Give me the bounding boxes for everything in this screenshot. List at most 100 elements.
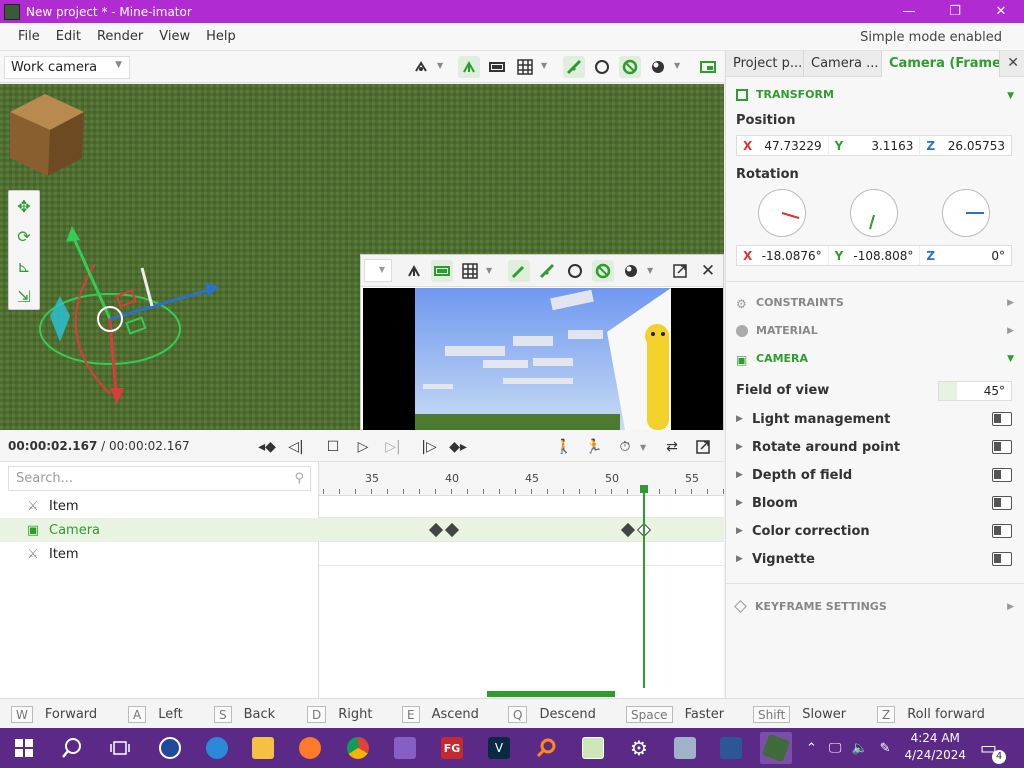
circle-icon[interactable]: [591, 56, 613, 78]
minimize-button[interactable]: —: [886, 0, 932, 23]
tab-camera-frame[interactable]: Camera (Frame ...: [882, 51, 1000, 77]
mine-imator-icon[interactable]: [760, 732, 792, 764]
aspect-ratio-icon[interactable]: [486, 56, 508, 78]
bloom-toggle[interactable]: [992, 496, 1012, 510]
render-mode-icon[interactable]: [647, 56, 669, 78]
rotate-icon[interactable]: ⟳: [9, 221, 39, 251]
next-frame-icon[interactable]: |▷: [418, 436, 440, 458]
chevron-down-icon[interactable]: ▼: [541, 61, 547, 70]
vignette-toggle[interactable]: [992, 552, 1012, 566]
popout-icon[interactable]: [692, 436, 714, 458]
chevron-down-icon[interactable]: ▼: [674, 61, 680, 70]
option-vignette[interactable]: ▶ Vignette: [736, 549, 1012, 569]
section-camera[interactable]: ▣ CAMERA: [736, 352, 808, 367]
track-camera[interactable]: [319, 518, 724, 542]
tab-project-properties[interactable]: Project p...: [726, 51, 804, 77]
vegas-icon[interactable]: V: [483, 732, 515, 764]
move-tool-icon[interactable]: [458, 56, 480, 78]
chrome-icon[interactable]: [342, 732, 374, 764]
start-icon[interactable]: [8, 732, 40, 764]
prev-frame-icon[interactable]: ◁|: [285, 436, 307, 458]
snap-icon[interactable]: [410, 56, 432, 78]
option-bloom[interactable]: ▶ Bloom: [736, 493, 1012, 513]
rotation-x-dial[interactable]: [758, 189, 806, 237]
maximize-button[interactable]: ❐: [932, 0, 978, 23]
chevron-right-icon[interactable]: ▶: [1007, 602, 1014, 612]
render-mode-icon[interactable]: [620, 260, 642, 282]
loop-icon[interactable]: ⇄: [661, 436, 683, 458]
next-keyframe-icon[interactable]: ▷|: [382, 436, 404, 458]
edge-icon[interactable]: [201, 732, 233, 764]
run-icon[interactable]: 🏃: [583, 436, 605, 458]
word-icon[interactable]: [715, 732, 747, 764]
firefox-icon[interactable]: [294, 732, 326, 764]
tree-item-camera[interactable]: ▣ Camera: [0, 518, 319, 542]
bend-icon[interactable]: ⇲: [9, 281, 39, 311]
notifications-icon[interactable]: ▭ 4: [980, 728, 1006, 768]
play-icon[interactable]: ▷: [352, 436, 374, 458]
fg-icon[interactable]: FG: [436, 732, 468, 764]
option-color-correction[interactable]: ▶ Color correction: [736, 521, 1012, 541]
color-correction-toggle[interactable]: [992, 524, 1012, 538]
preview-camera-select[interactable]: ▼: [364, 259, 392, 282]
option-depth-of-field[interactable]: ▶ Depth of field: [736, 465, 1012, 485]
photos-icon[interactable]: [669, 732, 701, 764]
chevron-down-icon[interactable]: ▼: [486, 266, 492, 275]
section-transform[interactable]: TRANSFORM: [736, 88, 834, 101]
position-x-field[interactable]: X 47.73229: [737, 136, 829, 155]
timeline-ruler[interactable]: 35 40 45 50 55: [319, 462, 724, 496]
chevron-right-icon[interactable]: ▶: [1007, 298, 1014, 308]
fov-field[interactable]: 45°: [938, 381, 1012, 401]
rotate-around-point-toggle[interactable]: [992, 440, 1012, 454]
no-shading-icon[interactable]: [592, 260, 614, 282]
camera-select[interactable]: Work camera ▼: [4, 56, 130, 79]
search-app-icon[interactable]: [530, 732, 562, 764]
chevron-down-icon[interactable]: ▼: [647, 266, 653, 275]
rotation-z-dial[interactable]: [942, 189, 990, 237]
no-shading-icon[interactable]: [619, 56, 641, 78]
tree-item[interactable]: ⚔ Item: [0, 494, 319, 518]
obama-icon[interactable]: [154, 732, 186, 764]
simple-mode-label[interactable]: Simple mode enabled: [860, 30, 1002, 45]
close-icon[interactable]: ✕: [697, 260, 719, 282]
walk-icon[interactable]: 🚶: [553, 436, 575, 458]
search-icon[interactable]: [56, 732, 88, 764]
chevron-up-icon[interactable]: ⌃: [806, 741, 817, 756]
timer-icon[interactable]: ⏱: [614, 436, 636, 458]
close-icon[interactable]: ✕: [1007, 55, 1019, 71]
menu-view[interactable]: View: [151, 29, 198, 44]
rotation-x-field[interactable]: X -18.0876°: [737, 246, 829, 265]
pen-icon[interactable]: ✎: [880, 741, 891, 756]
playhead[interactable]: [643, 492, 645, 688]
search-input[interactable]: Search... ⚲: [8, 466, 311, 491]
rotation-y-field[interactable]: Y -108.808°: [829, 246, 921, 265]
keyframe[interactable]: [620, 522, 636, 538]
visual-studio-icon[interactable]: [389, 732, 421, 764]
chevron-right-icon[interactable]: ▶: [1007, 326, 1014, 336]
chevron-down-icon[interactable]: ▼: [640, 443, 646, 452]
menu-render[interactable]: Render: [89, 29, 151, 44]
depth-of-field-toggle[interactable]: [992, 468, 1012, 482]
position-y-field[interactable]: Y 3.1163: [829, 136, 921, 155]
rotation-y-dial[interactable]: [850, 189, 898, 237]
timeline-scrollbar[interactable]: [487, 691, 615, 697]
volume-icon[interactable]: 🔈: [851, 741, 867, 756]
position-z-field[interactable]: Z 26.05753: [920, 136, 1011, 155]
rotation-z-field[interactable]: Z 0°: [920, 246, 1011, 265]
move-tool-icon[interactable]: [403, 260, 425, 282]
tree-item[interactable]: ⚔ Item: [0, 542, 319, 566]
section-material[interactable]: MATERIAL: [736, 324, 818, 337]
grid-icon[interactable]: [514, 56, 536, 78]
aspect-ratio-icon[interactable]: [431, 260, 453, 282]
notepad-icon[interactable]: [577, 732, 609, 764]
camera-preview-window[interactable]: ▼ ▼ ▼ ✕: [360, 254, 724, 430]
highlight-icon[interactable]: [563, 56, 585, 78]
preview-toggle-icon[interactable]: [697, 56, 719, 78]
jump-start-icon[interactable]: ◂◆: [256, 436, 278, 458]
network-icon[interactable]: 🖵: [829, 741, 842, 756]
task-view-icon[interactable]: [104, 732, 136, 764]
option-light-management[interactable]: ▶ Light management: [736, 409, 1012, 429]
circle-icon[interactable]: [564, 260, 586, 282]
grid-icon[interactable]: [459, 260, 481, 282]
light-management-toggle[interactable]: [992, 412, 1012, 426]
